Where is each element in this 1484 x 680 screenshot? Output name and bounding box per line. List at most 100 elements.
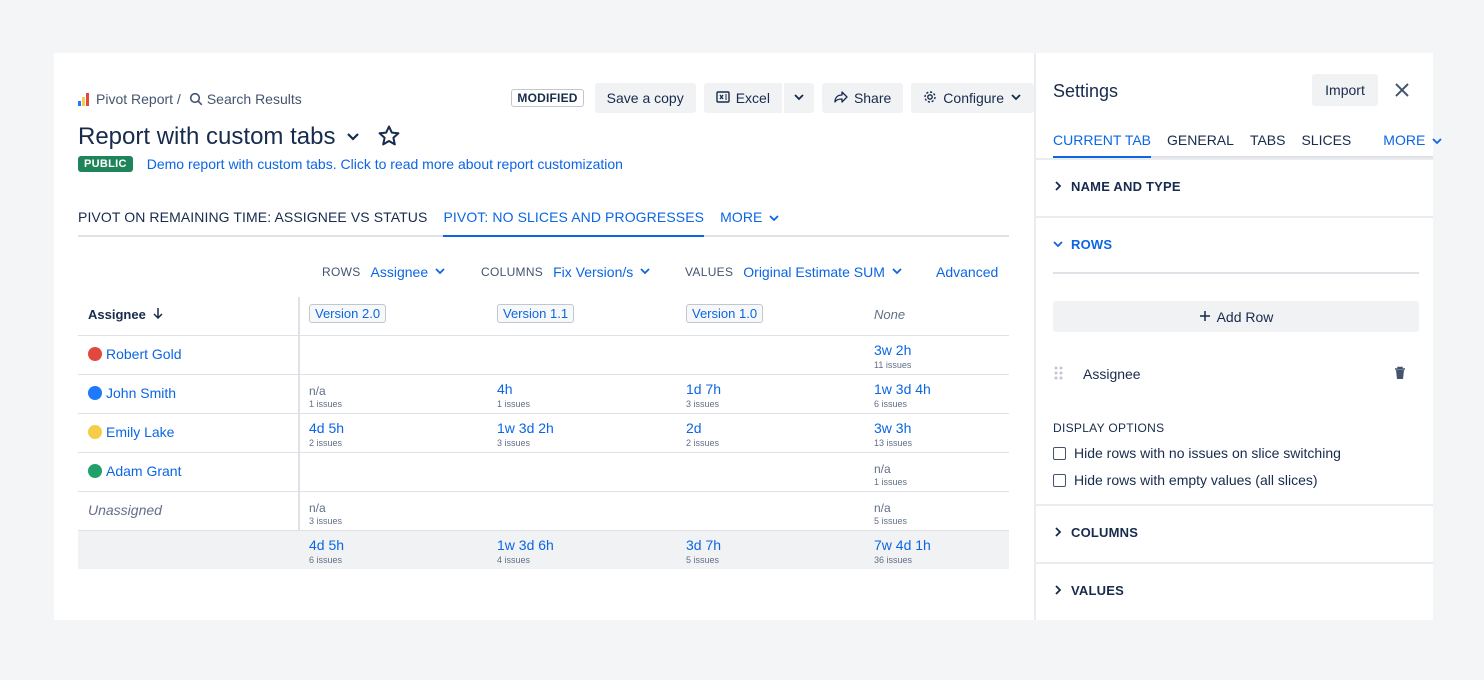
settings-more-label: MORE bbox=[1383, 132, 1426, 148]
cell-value: n/a bbox=[309, 384, 326, 398]
table-totals-row: 4d 5h 6 issues 1w 3d 6h 4 issues 3d 7h 5 issu… bbox=[78, 531, 1009, 569]
cell-value[interactable]: 1w 3d 6h bbox=[497, 537, 554, 553]
rows-axis-selector[interactable]: ROWS Assignee bbox=[322, 263, 446, 281]
assignee-name[interactable]: Emily Lake bbox=[88, 424, 174, 440]
chevron-down-icon bbox=[793, 90, 805, 106]
section-name-and-type[interactable]: NAME AND TYPE bbox=[1036, 158, 1433, 216]
checkbox-box[interactable] bbox=[1053, 473, 1066, 487]
table-row: Unassigned n/a 3 issues n/a 5 issues bbox=[78, 492, 1009, 531]
column-header-none: None bbox=[874, 307, 906, 322]
section-name-and-type-label: NAME AND TYPE bbox=[1071, 179, 1181, 194]
import-button[interactable]: Import bbox=[1312, 74, 1378, 106]
values-axis-selector[interactable]: VALUES Original Estimate SUM bbox=[685, 263, 903, 281]
cell-value: n/a bbox=[874, 501, 891, 515]
star-icon[interactable] bbox=[377, 124, 401, 151]
excel-button[interactable]: Excel bbox=[703, 83, 782, 113]
cell-value: n/a bbox=[309, 501, 326, 515]
assignee-label: Adam Grant bbox=[106, 463, 182, 479]
drag-handle-icon[interactable] bbox=[1053, 365, 1065, 384]
row-field-assignee: Assignee bbox=[1053, 361, 1419, 387]
settings-tab-general[interactable]: GENERAL bbox=[1167, 132, 1234, 158]
chevron-down-icon bbox=[434, 265, 446, 280]
tab-remaining-time[interactable]: PIVOT ON REMAINING TIME: ASSIGNEE VS STA… bbox=[78, 207, 427, 237]
column-header-version-2-0[interactable]: Version 2.0 bbox=[309, 304, 387, 323]
assignee-name[interactable]: John Smith bbox=[88, 385, 176, 401]
columns-axis-selector[interactable]: COLUMNS Fix Version/s bbox=[481, 263, 651, 281]
breadcrumb-app[interactable]: Pivot Report / bbox=[96, 91, 181, 107]
cell-issue-count: 4 issues bbox=[497, 555, 531, 565]
cell-issue-count: 2 issues bbox=[309, 438, 343, 448]
gear-icon bbox=[923, 90, 937, 107]
report-tabs: PIVOT ON REMAINING TIME: ASSIGNEE VS STA… bbox=[78, 207, 1009, 237]
report-description-link[interactable]: Demo report with custom tabs. Click to r… bbox=[147, 156, 623, 172]
column-header-version-1-0[interactable]: Version 1.0 bbox=[686, 304, 764, 323]
save-copy-label: Save a copy bbox=[606, 90, 684, 106]
cell-value[interactable]: 3w 3h bbox=[874, 420, 911, 436]
cell-value[interactable]: 7w 4d 1h bbox=[874, 537, 931, 553]
avatar bbox=[88, 347, 102, 361]
cell-value[interactable]: 1w 3d 2h bbox=[497, 420, 554, 436]
section-columns-label: COLUMNS bbox=[1071, 525, 1139, 540]
table-row: Robert Gold 3w 2h 11 issues bbox=[78, 336, 1009, 375]
excel-dropdown-button[interactable] bbox=[783, 83, 814, 113]
close-icon[interactable] bbox=[1393, 81, 1411, 102]
chevron-down-icon bbox=[1010, 90, 1022, 106]
public-badge: PUBLIC bbox=[78, 156, 133, 172]
checkbox-hide-no-issues[interactable]: Hide rows with no issues on slice switch… bbox=[1053, 445, 1341, 461]
tab-no-slices[interactable]: PIVOT: NO SLICES AND PROGRESSES bbox=[443, 207, 705, 237]
chevron-down-icon bbox=[1053, 237, 1063, 252]
add-row-button[interactable]: Add Row bbox=[1053, 301, 1419, 332]
breadcrumb-page[interactable]: Search Results bbox=[207, 91, 302, 107]
cell-value[interactable]: 2d bbox=[686, 420, 702, 436]
excel-button-group: Excel bbox=[703, 83, 814, 113]
table-row: Adam Grant n/a 1 issues bbox=[78, 453, 1009, 492]
section-name-and-type-header: NAME AND TYPE bbox=[1053, 179, 1181, 194]
cell-value[interactable]: 3d 7h bbox=[686, 537, 721, 553]
assignee-name[interactable]: Adam Grant bbox=[88, 463, 181, 479]
cell-issue-count: 6 issues bbox=[874, 399, 908, 409]
settings-tabs-more[interactable]: MORE bbox=[1383, 132, 1443, 158]
advanced-link[interactable]: Advanced bbox=[936, 263, 998, 281]
breadcrumb: Pivot Report / Search Results bbox=[78, 90, 302, 108]
checkbox-hide-no-issues-label: Hide rows with no issues on slice switch… bbox=[1074, 445, 1341, 461]
cell-value[interactable]: 3w 2h bbox=[874, 342, 911, 358]
checkbox-hide-empty[interactable]: Hide rows with empty values (all slices) bbox=[1053, 472, 1318, 488]
section-values[interactable]: VALUES bbox=[1036, 562, 1433, 620]
settings-title: Settings bbox=[1053, 81, 1119, 101]
share-button[interactable]: Share bbox=[821, 83, 904, 113]
section-columns[interactable]: COLUMNS bbox=[1036, 504, 1433, 562]
section-values-label: VALUES bbox=[1071, 583, 1124, 598]
cell-issue-count: 6 issues bbox=[309, 555, 343, 565]
table-row: Emily Lake 4d 5h 2 issues 1w 3d 2h 3 issues 2… bbox=[78, 414, 1009, 453]
report-title: Report with custom tabs bbox=[78, 123, 336, 150]
settings-panel: Settings Import CURRENT TAB GENERAL TABS… bbox=[1036, 53, 1442, 620]
cell-value[interactable]: 4h bbox=[497, 381, 513, 397]
cell-value[interactable]: 4d 5h bbox=[309, 537, 344, 553]
title-chevron-down-icon[interactable] bbox=[345, 128, 361, 147]
section-rows-header[interactable]: ROWS bbox=[1053, 237, 1112, 252]
modified-badge: MODIFIED bbox=[511, 89, 584, 107]
cell-value[interactable]: 1d 7h bbox=[686, 381, 721, 397]
cell-issue-count: 11 issues bbox=[874, 360, 912, 370]
settings-tab-slices[interactable]: SLICES bbox=[1301, 132, 1351, 158]
search-icon bbox=[189, 92, 203, 106]
assignee-name[interactable]: Robert Gold bbox=[88, 346, 181, 362]
assignee-sort-header[interactable]: Assignee bbox=[88, 307, 164, 322]
trash-icon[interactable] bbox=[1393, 366, 1407, 383]
settings-tab-tabs[interactable]: TABS bbox=[1250, 132, 1286, 158]
cell-value[interactable]: 1w 3d 4h bbox=[874, 381, 931, 397]
column-header-version-1-1[interactable]: Version 1.1 bbox=[497, 304, 575, 323]
configure-label: Configure bbox=[943, 90, 1004, 106]
cell-issue-count: 1 issues bbox=[874, 477, 908, 487]
settings-tab-current[interactable]: CURRENT TAB bbox=[1053, 132, 1152, 158]
cell-issue-count: 3 issues bbox=[686, 399, 720, 409]
chevron-down-icon bbox=[1431, 132, 1443, 158]
cell-value[interactable]: 4d 5h bbox=[309, 420, 344, 436]
cell-issue-count: 3 issues bbox=[309, 516, 343, 526]
values-axis-label: VALUES bbox=[685, 265, 734, 279]
configure-button[interactable]: Configure bbox=[911, 83, 1034, 113]
save-copy-button[interactable]: Save a copy bbox=[594, 83, 696, 113]
checkbox-box[interactable] bbox=[1053, 446, 1066, 460]
section-values-header: VALUES bbox=[1053, 583, 1124, 598]
tabs-more[interactable]: MORE bbox=[720, 207, 780, 237]
